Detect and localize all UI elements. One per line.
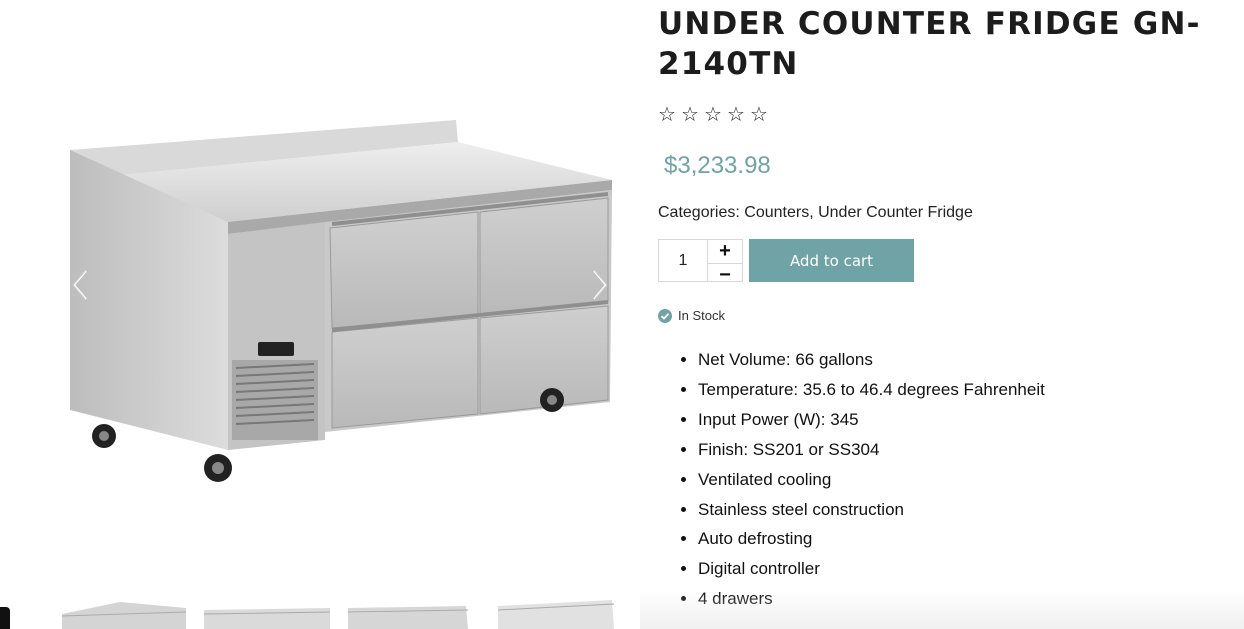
feature-item: 4 drawers (698, 584, 1228, 614)
gallery-next-button[interactable] (586, 268, 616, 302)
product-categories: Categories: Counters, Under Counter Frid… (658, 204, 973, 221)
gallery-thumbnail[interactable] (348, 600, 474, 629)
product-title: UNDER COUNTER FRIDGE GN-2140TN (658, 6, 1201, 82)
feature-item: Temperature: 35.6 to 46.4 degrees Fahren… (698, 375, 1228, 405)
stock-status: In Stock (658, 308, 1228, 323)
feature-item: Ventilated cooling (698, 465, 1228, 495)
chevron-right-icon (593, 270, 608, 300)
quantity-steppers: + − (707, 240, 742, 286)
product-main-image[interactable] (60, 110, 620, 500)
stock-status-label: In Stock (678, 308, 725, 323)
plus-icon[interactable]: + (708, 240, 742, 264)
feature-list: Net Volume: 66 gallons Temperature: 35.6… (658, 345, 1228, 614)
feature-item: Auto defrosting (698, 524, 1228, 554)
product-price: $3,233.98 (664, 152, 771, 179)
quantity-input[interactable] (659, 240, 707, 281)
chevron-left-icon (72, 270, 87, 300)
product-summary: UNDER COUNTER FRIDGE GN-2140TN ☆ ☆ ☆ ☆ ☆… (658, 0, 1228, 614)
gallery-thumbnail[interactable] (492, 600, 618, 629)
quantity-stepper: + − (658, 239, 743, 286)
feature-item: Input Power (W): 345 (698, 405, 1228, 435)
gallery-thumbnail[interactable] (60, 600, 186, 629)
product-gallery (0, 0, 640, 629)
star-icon: ☆ (704, 104, 722, 126)
star-icon: ☆ (658, 104, 676, 126)
star-icon: ☆ (681, 104, 699, 126)
categories-label: Categories: (658, 204, 740, 221)
feature-item: Finish: SS201 or SS304 (698, 435, 1228, 465)
star-icon: ☆ (727, 104, 745, 126)
add-to-cart-button[interactable]: Add to cart (749, 239, 914, 282)
check-circle-icon (658, 308, 672, 323)
minus-icon[interactable]: − (708, 264, 742, 287)
feature-item: Net Volume: 66 gallons (698, 345, 1228, 375)
star-rating[interactable]: ☆ ☆ ☆ ☆ ☆ (658, 104, 1228, 126)
gallery-thumbnail[interactable] (204, 600, 330, 629)
gallery-prev-button[interactable] (64, 268, 94, 302)
feature-item: Stainless steel construction (698, 495, 1228, 525)
gallery-thumbnails (60, 600, 620, 629)
category-link-under-counter-fridge[interactable]: Under Counter Fridge (818, 204, 973, 221)
category-link-counters[interactable]: Counters (744, 204, 809, 221)
add-to-cart-form: + − Add to cart (658, 239, 1228, 286)
star-icon: ☆ (750, 104, 768, 126)
feature-item: Digital controller (698, 554, 1228, 584)
side-tab[interactable] (0, 607, 10, 629)
